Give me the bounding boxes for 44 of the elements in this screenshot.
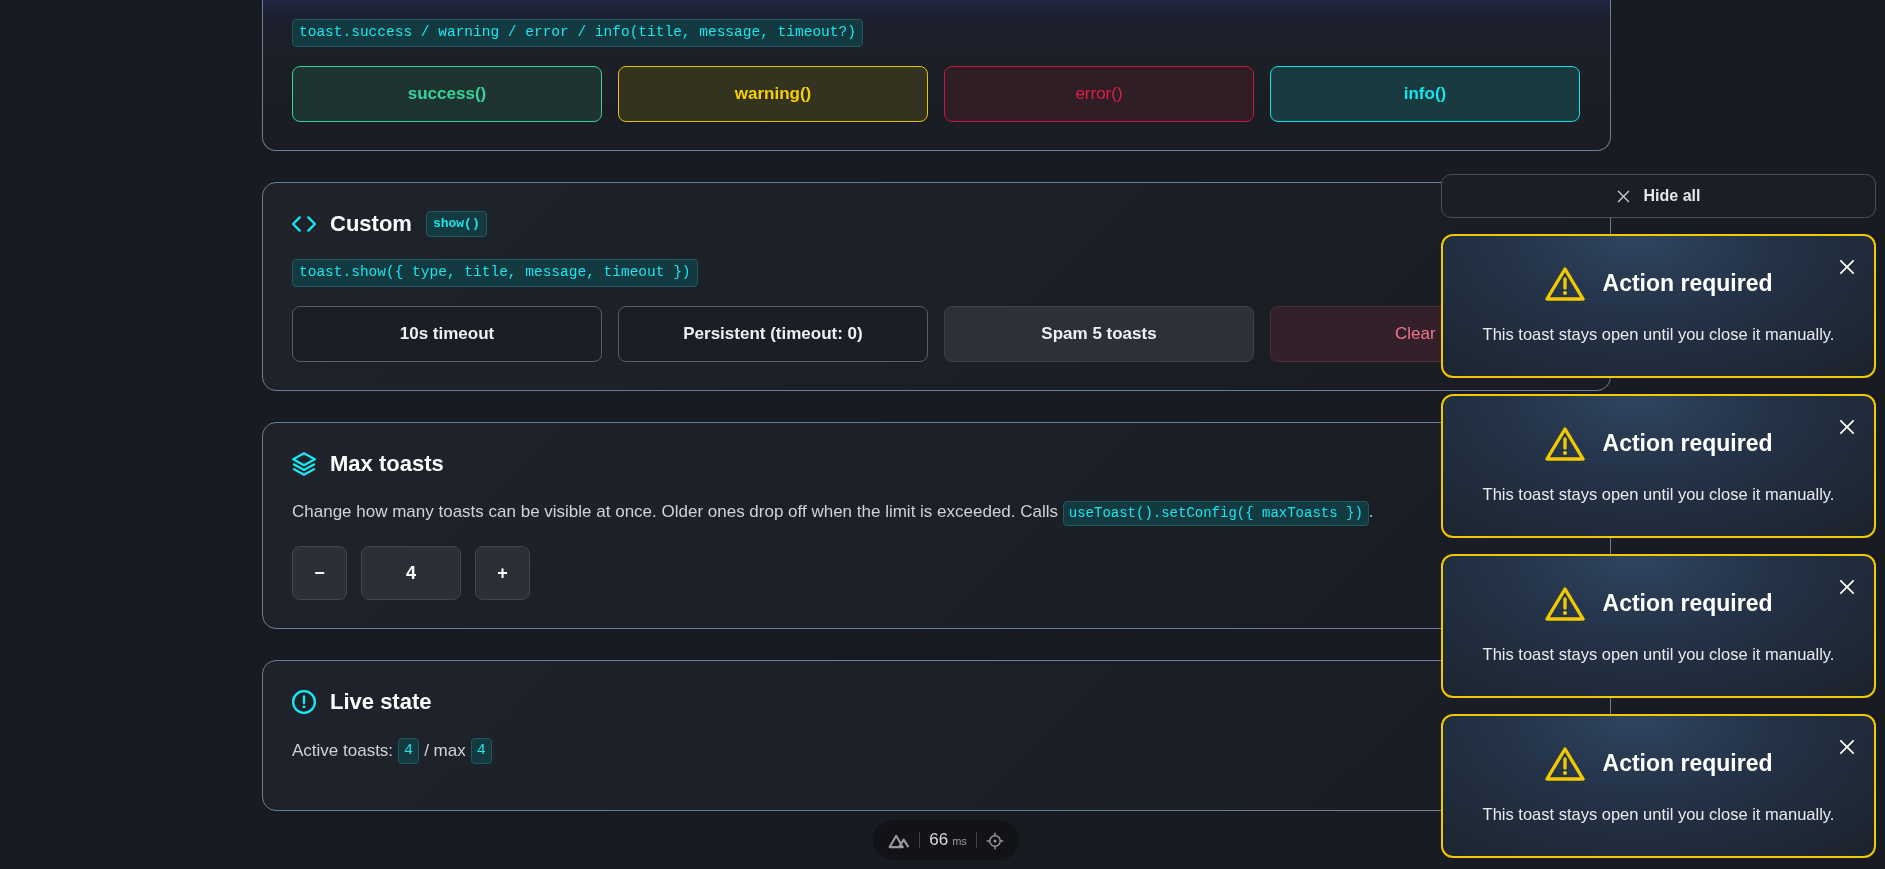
code-signature: toast.success / warning / error / info(title, message, timeout?): [292, 19, 863, 47]
warning-icon: [1544, 585, 1585, 622]
close-icon: [1839, 578, 1855, 595]
close-icon: [1616, 189, 1630, 203]
hide-all-button[interactable]: Hide all: [1441, 174, 1876, 218]
layers-icon: [292, 452, 316, 477]
toast-message: This toast stays open until you close it manually.: [1482, 483, 1835, 505]
separator-text: / max: [424, 740, 466, 763]
mountain-logo-icon: [887, 832, 910, 849]
timing-unit: ms: [952, 834, 967, 850]
card-title: Max toasts: [330, 450, 444, 478]
crosshair-icon: [986, 831, 1005, 850]
toast-button[interactable]: warning(): [618, 65, 928, 122]
number-field[interactable]: 4: [361, 546, 461, 601]
decrement-button[interactable]: −: [292, 546, 347, 601]
close-icon: [1839, 738, 1855, 755]
increment-button[interactable]: +: [475, 546, 530, 601]
action-button[interactable]: 10s timeout: [292, 305, 602, 362]
toast-message: This toast stays open until you close it manually.: [1482, 643, 1835, 665]
toast-title: Action required: [1602, 429, 1773, 459]
code-snippet: useToast().setConfig({ maxToasts }): [1062, 501, 1369, 527]
warning-icon: [1544, 265, 1585, 302]
close-icon: [1839, 418, 1855, 435]
toast-message: This toast stays open until you close it manually.: [1482, 803, 1835, 825]
card-title: Custom: [330, 210, 412, 238]
toast-button[interactable]: success(): [292, 65, 602, 122]
count-badge: 4: [470, 737, 492, 765]
count-badge: 4: [398, 737, 420, 765]
card-title: Live state: [330, 689, 432, 716]
action-button[interactable]: Spam 5 toasts: [944, 305, 1254, 362]
warning-icon: [1544, 425, 1585, 462]
period-text: .: [1368, 502, 1374, 522]
toast-title: Action required: [1602, 269, 1773, 299]
timing-value: 66: [929, 829, 949, 852]
description-text: Change how many toasts can be visible at once. Older ones drop off when the limit is exceeded. Calls: [292, 502, 1060, 522]
warning-icon: [1544, 745, 1585, 782]
toast-title: Action required: [1602, 749, 1773, 779]
code-badge: show(): [425, 211, 487, 237]
toast-button[interactable]: info(): [1270, 65, 1580, 122]
toast-title: Action required: [1602, 589, 1773, 619]
state-label: Active toasts:: [292, 740, 394, 763]
code-signature: toast.show({ type, title, message, timeout }): [292, 259, 698, 287]
close-icon: [1839, 258, 1855, 275]
action-button[interactable]: Persistent (timeout: 0): [618, 305, 928, 362]
